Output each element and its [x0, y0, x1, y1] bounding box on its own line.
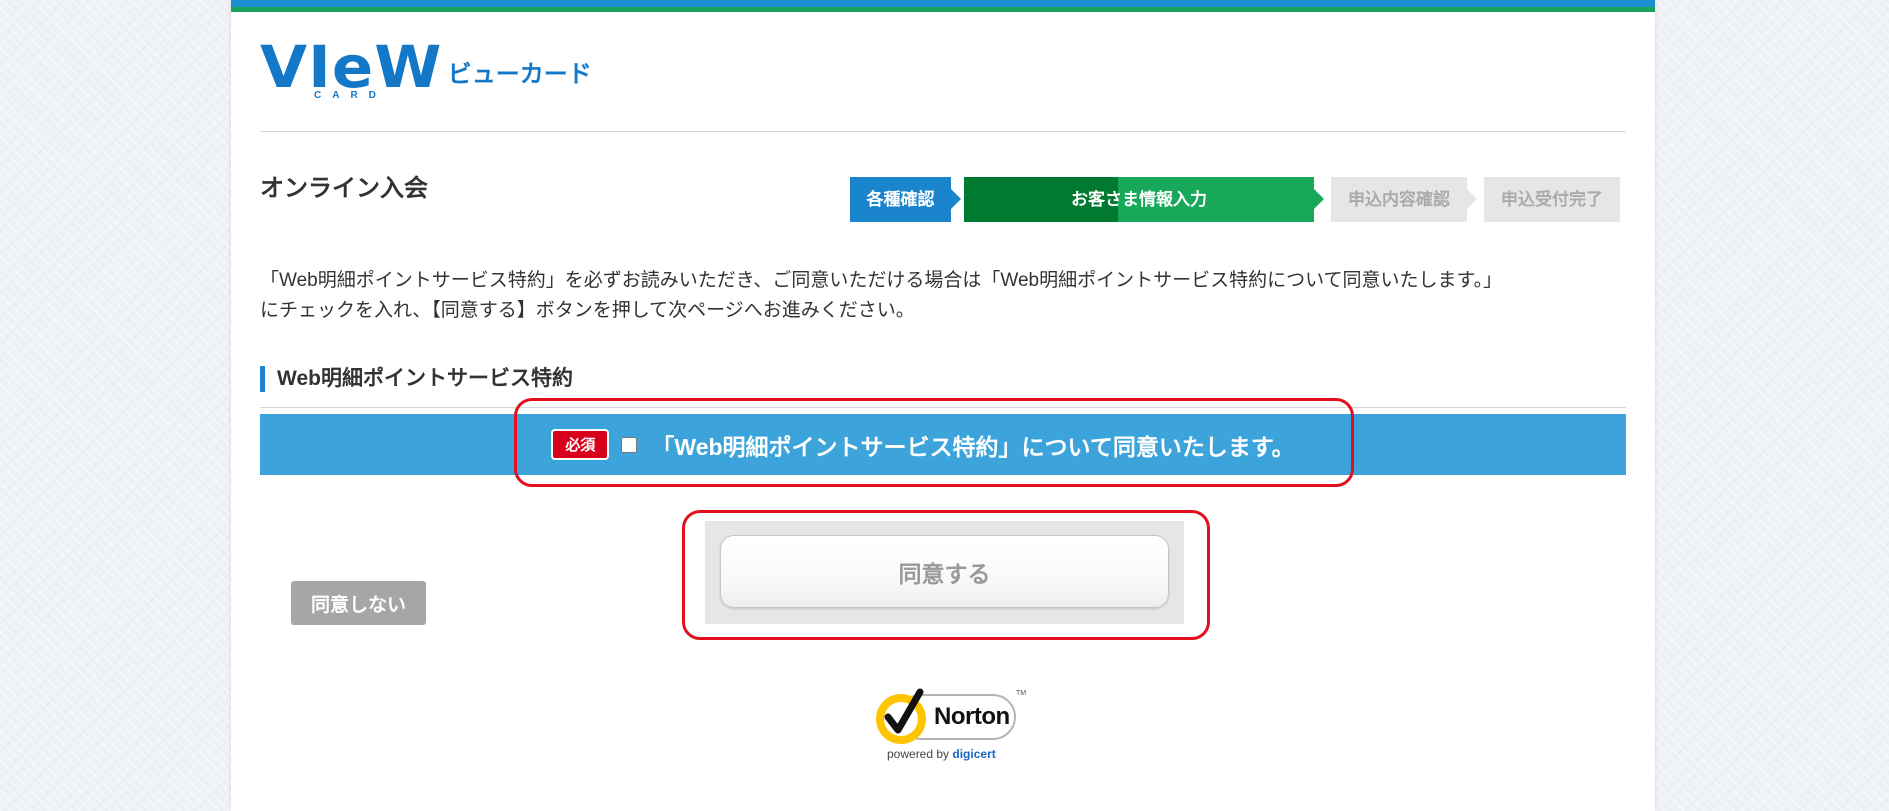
norton-seal[interactable]: Norton TM powered by digicert: [870, 686, 1030, 766]
norton-name: Norton: [934, 703, 1010, 730]
norton-check-icon: [876, 688, 926, 744]
step-check: 各種確認: [850, 177, 961, 222]
header-divider: [260, 131, 1626, 132]
progress-steps: 各種確認 お客さま情報入力 申込内容確認 申込受付完了: [850, 177, 1620, 222]
step-complete: 申込受付完了: [1484, 177, 1620, 222]
page-title: オンライン入会: [260, 175, 428, 202]
annotation-highlight-checkbox: [514, 398, 1354, 487]
digicert-text: digicert: [952, 747, 996, 761]
top-accent-bar: [231, 0, 1655, 12]
intro-line-1: 「Web明細ポイントサービス特約」を必ずお読みいただき、ご同意いただける場合は「…: [260, 270, 1503, 291]
norton-powered-by: powered by digicert: [887, 747, 996, 761]
logo-card-text: CARD: [314, 90, 387, 101]
norton-trademark: TM: [1016, 690, 1027, 697]
page-container: VIeW CARD ビューカード オンライン入会 各種確認 お客さま情報入力 申…: [231, 0, 1655, 811]
annotation-highlight-button: [682, 510, 1210, 640]
logo-wordmark: VIeW: [260, 33, 443, 101]
section-heading: Web明細ポイントサービス特約: [260, 366, 573, 392]
intro-text: 「Web明細ポイントサービス特約」を必ずお読みいただき、ご同意いただける場合は「…: [260, 266, 1630, 326]
disagree-button[interactable]: 同意しない: [291, 581, 426, 625]
logo-kana-text: ビューカード: [447, 60, 592, 88]
step-customer-info: お客さま情報入力: [964, 177, 1324, 222]
intro-line-2: にチェックを入れ、【同意する】ボタンを押して次ページへお進みください。: [260, 300, 915, 321]
powered-by-text: powered by: [887, 747, 950, 761]
step-confirm: 申込内容確認: [1331, 177, 1477, 222]
view-card-logo[interactable]: VIeW CARD ビューカード: [260, 33, 592, 101]
